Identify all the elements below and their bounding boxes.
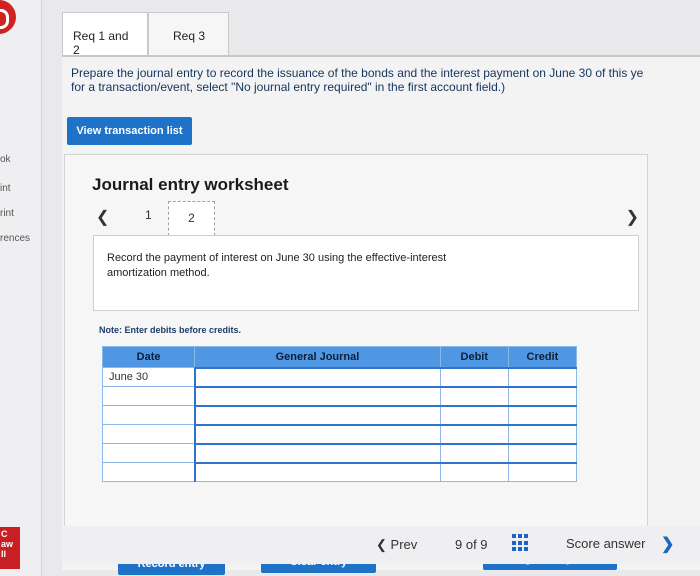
badge-line: ll	[1, 549, 7, 559]
worksheet-title: Journal entry worksheet	[92, 175, 289, 194]
date-cell	[101, 462, 196, 482]
debit-input[interactable]	[439, 461, 509, 482]
grid-icon[interactable]	[512, 534, 530, 552]
account-input[interactable]	[193, 366, 441, 387]
requirement-tabs: Req 1 and 2 Req 3	[62, 12, 229, 57]
debit-input[interactable]	[439, 442, 509, 463]
debit-input[interactable]	[439, 423, 509, 444]
main-content: Req 1 and 2 Req 3 Prepare the journal en…	[42, 0, 700, 576]
debit-input[interactable]	[439, 404, 509, 425]
chevron-right-icon[interactable]: ❯	[661, 534, 674, 554]
credit-input[interactable]	[507, 423, 578, 444]
page-1[interactable]: 1	[145, 208, 152, 222]
table-row	[101, 404, 578, 425]
date-cell	[101, 405, 196, 425]
entry-description-box: Record the payment of interest on June 3…	[93, 235, 639, 311]
chevron-right-icon[interactable]: ❯	[626, 207, 639, 227]
chevron-left-icon[interactable]: ❮	[96, 207, 109, 227]
table-row: June 30	[101, 366, 578, 387]
view-transaction-list-button[interactable]: View transaction list	[67, 117, 192, 145]
tab-req-3[interactable]: Req 3	[148, 12, 229, 56]
account-input[interactable]	[193, 385, 441, 406]
badge-line: C	[1, 529, 8, 539]
instructions-line: Prepare the journal entry to record the …	[71, 66, 644, 80]
account-input[interactable]	[193, 423, 441, 444]
requirement-panel: Prepare the journal entry to record the …	[62, 55, 700, 575]
credit-input[interactable]	[507, 404, 578, 425]
credit-input[interactable]	[507, 442, 578, 463]
chevron-left-icon: ❮	[376, 537, 387, 552]
instructions: Prepare the journal entry to record the …	[71, 66, 700, 94]
left-nav-item-print[interactable]: int	[0, 183, 11, 194]
left-nav-item-book[interactable]: ok	[0, 154, 11, 165]
column-header-credit: Credit	[507, 346, 578, 368]
table-row	[101, 385, 578, 406]
credit-input[interactable]	[507, 385, 578, 406]
left-nav-item-references[interactable]: rences	[0, 233, 30, 244]
side-badge[interactable]: C aw ll	[0, 527, 20, 569]
credit-input[interactable]	[507, 366, 578, 387]
instructions-line: for a transaction/event, select "No jour…	[71, 80, 506, 94]
left-nav-item-print-alt[interactable]: rint	[0, 208, 14, 219]
date-cell: June 30	[101, 367, 196, 387]
account-input[interactable]	[193, 442, 441, 463]
question-counter: 9 of 9	[455, 537, 488, 552]
account-input[interactable]	[193, 461, 441, 482]
debit-credit-note: Note: Enter debits before credits.	[99, 325, 242, 335]
debit-input[interactable]	[439, 385, 509, 406]
account-input[interactable]	[193, 404, 441, 425]
journal-table: Date General Journal Debit Credit June 3…	[101, 346, 578, 482]
date-cell	[101, 443, 196, 463]
date-cell	[101, 424, 196, 444]
badge-line: aw	[1, 539, 14, 549]
page-2[interactable]: 2	[168, 201, 215, 236]
score-answer-button[interactable]: Score answer	[566, 536, 645, 551]
tab-req-1-and-2[interactable]: Req 1 and 2	[62, 12, 148, 57]
journal-entry-worksheet: Journal entry worksheet ❮ 1 2 ❯ Record t…	[64, 154, 648, 575]
column-header-date: Date	[101, 346, 196, 368]
column-header-general-journal: General Journal	[194, 346, 441, 368]
table-row	[101, 461, 578, 482]
debit-input[interactable]	[439, 366, 509, 387]
table-row	[101, 423, 578, 444]
entry-description: Record the payment of interest on June 3…	[107, 252, 447, 279]
left-navigation: ok int rint rences C aw ll	[0, 0, 42, 576]
credit-input[interactable]	[507, 461, 578, 482]
column-header-debit: Debit	[439, 346, 509, 368]
table-row	[101, 442, 578, 463]
prev-label: Prev	[390, 537, 418, 552]
date-cell	[101, 386, 196, 406]
app-logo	[0, 0, 16, 34]
footer-navigation: ❮ Prev 9 of 9 Score answer ❯	[62, 526, 700, 564]
prev-button[interactable]: ❮ Prev	[376, 537, 417, 553]
